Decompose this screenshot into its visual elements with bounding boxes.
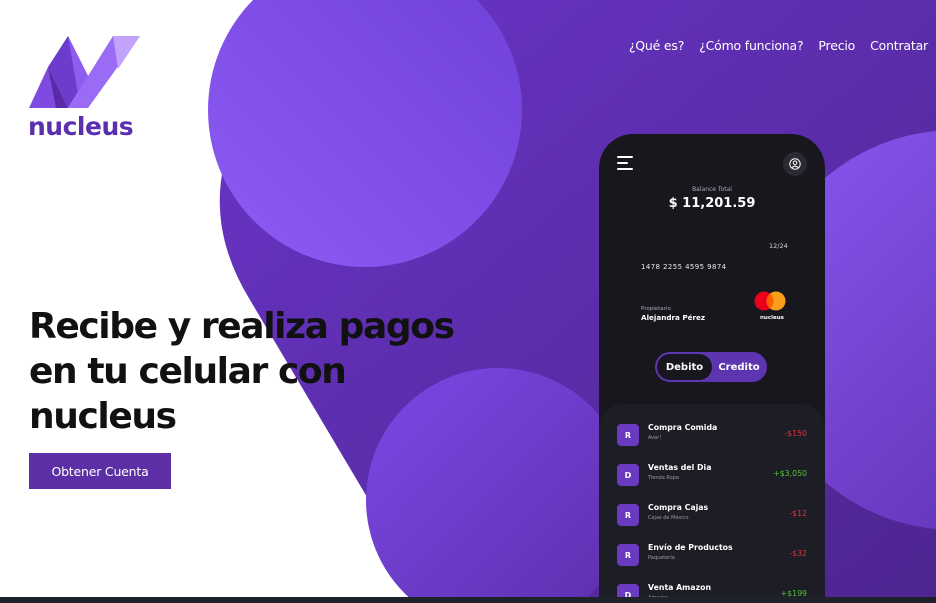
hamburger-menu-icon[interactable] xyxy=(617,156,633,170)
transaction-title: Compra Comida xyxy=(648,423,718,432)
account-type-toggle: Debito Credito xyxy=(655,352,767,382)
mastercard-icon xyxy=(754,291,786,311)
card-expiry: 12/24 xyxy=(769,242,788,250)
headline-line: Recibe y realiza pagos xyxy=(29,306,455,347)
transaction-row[interactable]: R Compra Comida Aver! -$150 xyxy=(599,420,825,452)
obtener-cuenta-button[interactable]: Obtener Cuenta xyxy=(29,453,171,489)
transaction-row[interactable]: D Ventas del Dia Tienda Ropa +$3,050 xyxy=(599,460,825,492)
logo-mark-icon xyxy=(29,36,140,108)
headline-line: nucleus xyxy=(29,396,177,437)
nav-item-precio[interactable]: Precio xyxy=(818,38,855,53)
transaction-title: Ventas del Dia xyxy=(648,463,712,472)
nav-item-como-funciona[interactable]: ¿Cómo funciona? xyxy=(699,38,803,53)
brand-logo[interactable]: nucleus xyxy=(28,34,144,141)
main-nav: ¿Qué es? ¿Cómo funciona? Precio Contrata… xyxy=(629,38,928,53)
card-owner-label: Propietario xyxy=(641,306,671,312)
transaction-subtitle: Cajas de México xyxy=(648,515,689,521)
nav-item-que-es[interactable]: ¿Qué es? xyxy=(629,38,685,53)
transaction-row[interactable]: R Compra Cajas Cajas de México -$12 xyxy=(599,500,825,532)
user-profile-icon[interactable] xyxy=(783,152,807,176)
card-brand: nucleus xyxy=(760,315,784,321)
tab-credito[interactable]: Credito xyxy=(713,354,765,380)
card-number: 1478 2255 4595 9874 xyxy=(641,263,727,271)
phone-mockup: Balance Total $ 11,201.59 12/24 1478 225… xyxy=(599,134,825,603)
transaction-title: Compra Cajas xyxy=(648,503,709,512)
transaction-avatar: D xyxy=(617,464,639,486)
transaction-title: Venta Amazon xyxy=(648,583,712,592)
transactions-list: R Compra Comida Aver! -$150 D Ventas del… xyxy=(599,404,825,603)
balance-label: Balance Total xyxy=(692,186,732,193)
transaction-avatar: R xyxy=(617,504,639,526)
card-owner-name: Alejandra Pérez xyxy=(641,313,706,322)
nav-item-contratar[interactable]: Contratar xyxy=(870,38,928,53)
transaction-avatar: R xyxy=(617,424,639,446)
bottom-bar xyxy=(0,597,936,603)
transaction-subtitle: Paquetería xyxy=(648,555,675,561)
transaction-amount: +$3,050 xyxy=(773,469,807,478)
tab-debito[interactable]: Debito xyxy=(657,354,712,380)
brand-name: nucleus xyxy=(28,112,134,141)
transaction-avatar: R xyxy=(617,544,639,566)
transaction-amount: -$12 xyxy=(789,509,807,518)
transaction-row[interactable]: R Envío de Productos Paquetería -$32 xyxy=(599,540,825,572)
headline-line: en tu celular con xyxy=(29,351,347,392)
balance-value: $ 11,201.59 xyxy=(668,196,756,211)
hero-headline: Recibe y realiza pagos en tu celular con… xyxy=(29,304,489,439)
transaction-subtitle: Tienda Ropa xyxy=(648,475,679,481)
transaction-amount: -$150 xyxy=(784,429,807,438)
transaction-title: Envío de Productos xyxy=(648,543,733,552)
transaction-amount: -$32 xyxy=(789,549,807,558)
transaction-subtitle: Aver! xyxy=(648,435,662,441)
